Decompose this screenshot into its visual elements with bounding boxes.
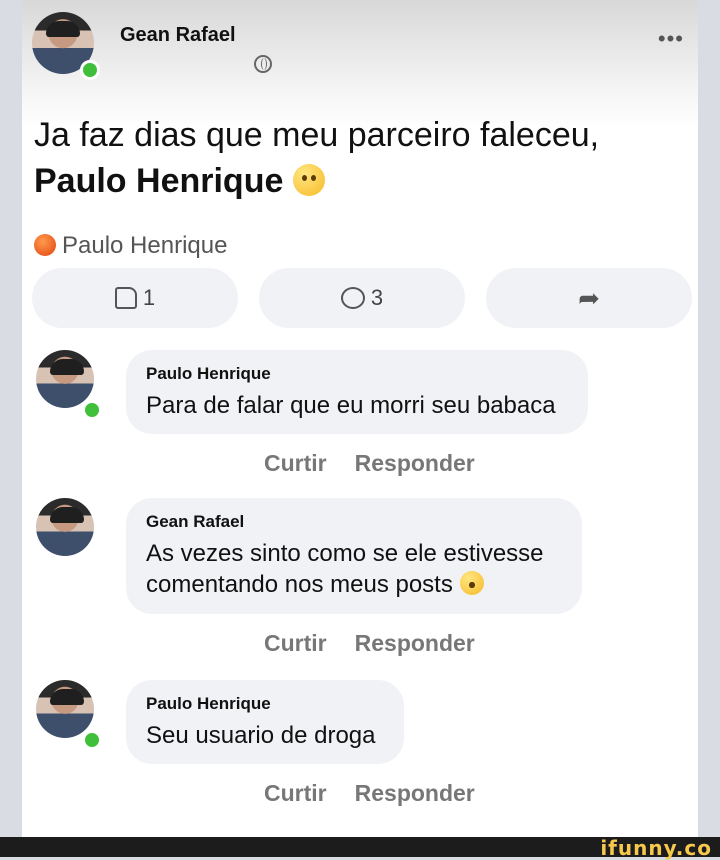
comment-button[interactable]: 3 (259, 268, 465, 328)
tagged-people-line[interactable]: Paulo Henrique (34, 232, 227, 260)
post-text: Ja faz dias que meu parceiro faleceu, Pa… (34, 112, 684, 204)
comment-item: Gean Rafael As vezes sinto como se ele e… (32, 498, 692, 658)
online-indicator (82, 400, 102, 420)
post-text-line: Ja faz dias que meu parceiro faleceu, (34, 116, 600, 154)
post-card: Gean Rafael ••• Ja faz dias que meu parc… (22, 0, 698, 837)
like-comment-link[interactable]: Curtir (264, 780, 327, 806)
sleepy-face-icon (459, 571, 484, 595)
comment-bubble: Paulo Henrique Seu usuario de droga (126, 680, 404, 764)
comment-text: Seu usuario de droga (146, 722, 376, 749)
more-options-icon[interactable]: ••• (658, 26, 684, 52)
like-comment-link[interactable]: Curtir (264, 450, 327, 476)
comment-bubble: Paulo Henrique Para de falar que eu morr… (126, 350, 588, 434)
commenter-avatar[interactable] (36, 680, 94, 738)
commenter-avatar[interactable] (36, 350, 94, 408)
like-comment-link[interactable]: Curtir (264, 630, 327, 656)
post-header: Gean Rafael ••• (32, 12, 692, 92)
commenter-name[interactable]: Paulo Henrique (146, 364, 566, 384)
commenter-name[interactable]: Paulo Henrique (146, 694, 382, 714)
tagged-person[interactable]: Paulo Henrique (34, 162, 283, 200)
post-actions: 1 3 ➦ (32, 268, 692, 328)
comment-item: Paulo Henrique Para de falar que eu morr… (32, 350, 692, 480)
comment-bubble-icon (340, 287, 365, 309)
share-arrow-icon: ➦ (578, 282, 600, 313)
reply-link[interactable]: Responder (355, 450, 475, 476)
tagged-people-name: Paulo Henrique (62, 232, 228, 259)
likes-count: 1 (142, 285, 156, 310)
globe-icon (254, 55, 272, 73)
like-button[interactable]: 1 (32, 268, 238, 328)
ifunny-watermark: ifunny.co (600, 836, 712, 860)
commenter-name[interactable]: Gean Rafael (146, 512, 560, 532)
reply-link[interactable]: Responder (355, 630, 475, 656)
comment-item: Paulo Henrique Seu usuario de droga Curt… (32, 680, 692, 810)
commenter-avatar[interactable] (36, 498, 94, 556)
worried-face-icon (292, 164, 325, 196)
angry-face-icon (34, 234, 56, 256)
comment-text: Para de falar que eu morri seu babaca (146, 392, 556, 419)
watermark-bar: ifunny.co (0, 836, 720, 860)
comments-count: 3 (370, 285, 384, 310)
comment-text-line: As vezes sinto como se ele estivesse (146, 540, 544, 567)
comment-text-line: comentando nos meus posts (146, 571, 453, 598)
thumbs-up-icon (114, 287, 137, 309)
comment-actions: Curtir Responder (264, 450, 503, 477)
online-indicator (80, 60, 100, 80)
share-button[interactable]: ➦ (486, 268, 692, 328)
author-name[interactable]: Gean Rafael (120, 24, 236, 47)
comment-actions: Curtir Responder (264, 780, 503, 807)
reply-link[interactable]: Responder (355, 780, 475, 806)
online-indicator (82, 730, 102, 750)
comment-actions: Curtir Responder (264, 630, 503, 657)
comment-bubble: Gean Rafael As vezes sinto como se ele e… (126, 498, 582, 614)
